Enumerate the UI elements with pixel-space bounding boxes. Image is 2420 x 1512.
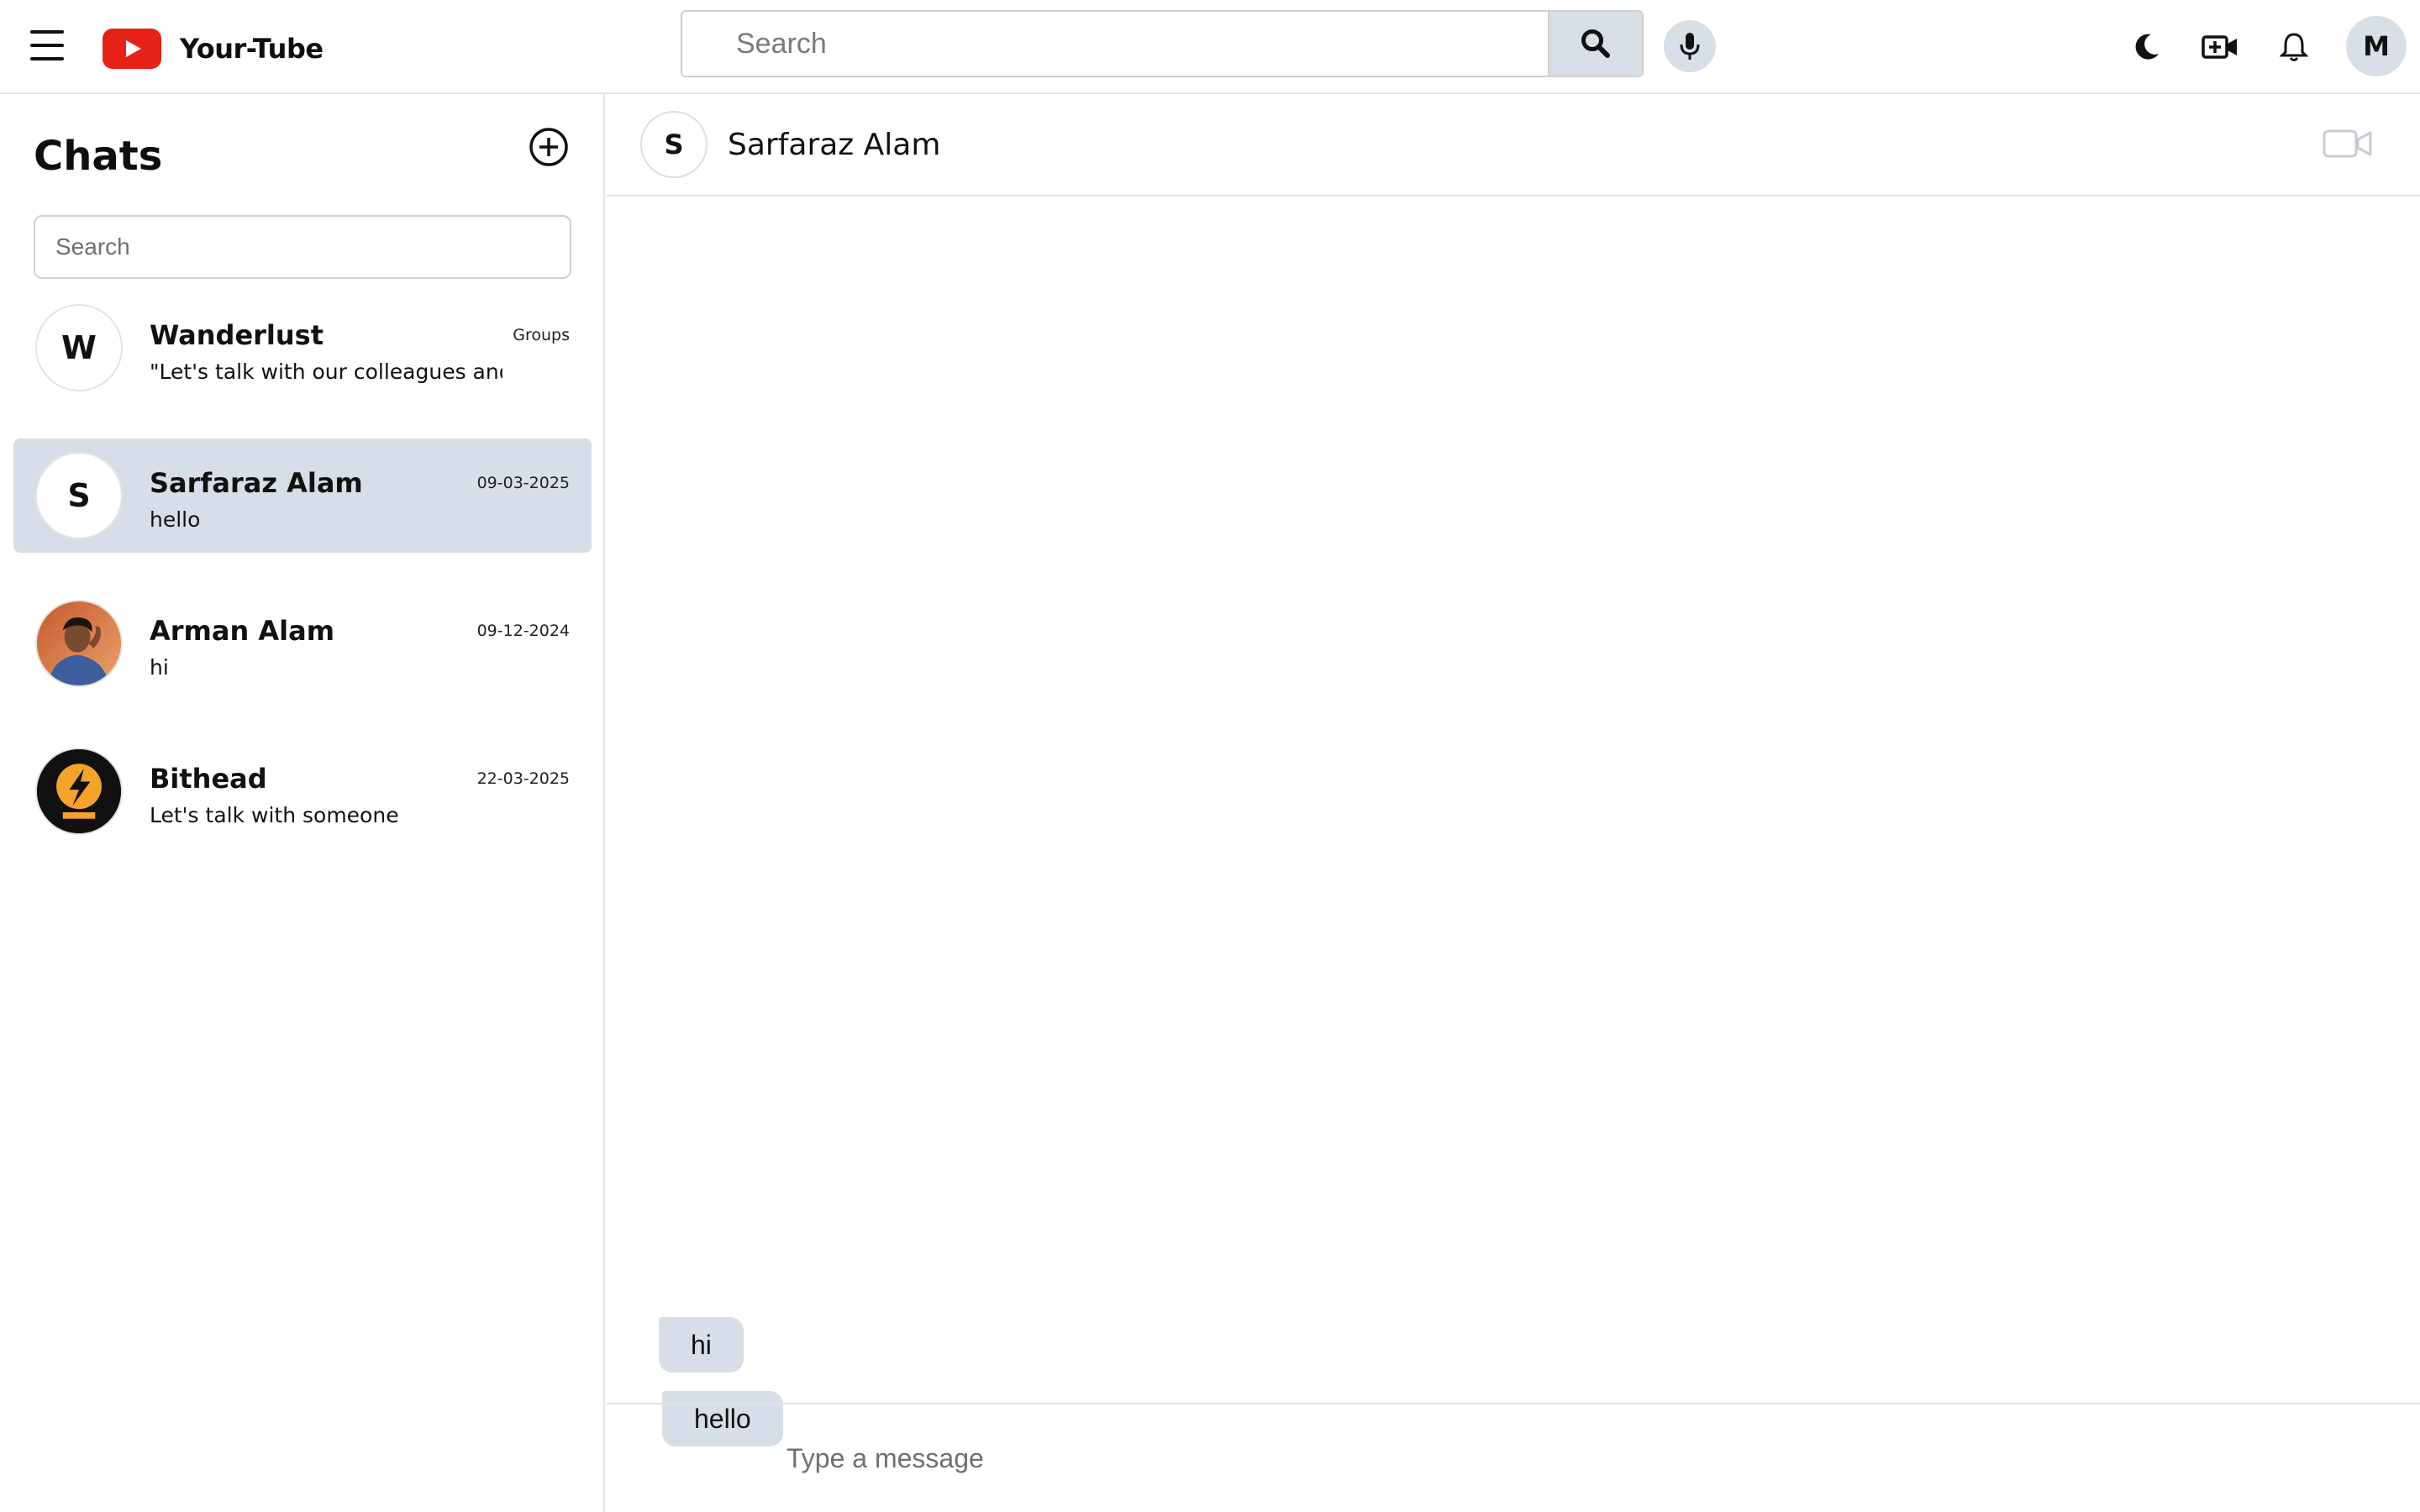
conversation-header: S Sarfaraz Alam	[607, 94, 2420, 197]
chat-item-bithead[interactable]: Bithead Let's talk with someone 22-03-20…	[13, 734, 592, 848]
message-composer	[607, 1403, 2420, 1512]
chat-item-arman-alam[interactable]: Arman Alam hi 09-12-2024	[13, 586, 592, 701]
chat-name: Arman Alam	[150, 615, 335, 647]
app-root: Your-Tube Search M Chats Search W Wander…	[0, 0, 2420, 1512]
chat-preview: hi	[150, 655, 169, 680]
video-call-icon[interactable]	[2323, 128, 2373, 161]
chat-name: Sarfaraz Alam	[150, 467, 363, 499]
chat-search-input[interactable]	[34, 215, 571, 279]
search-input[interactable]	[682, 12, 1548, 76]
top-header: Your-Tube Search M	[0, 0, 2420, 94]
chat-meta: 22-03-2025	[476, 769, 570, 788]
conversation-pane: S Sarfaraz Alam hi hello	[607, 94, 2420, 1512]
contact-name[interactable]: Sarfaraz Alam	[728, 128, 940, 162]
chat-avatar: W	[35, 304, 123, 391]
contact-avatar[interactable]: S	[640, 111, 708, 178]
chat-meta: 09-12-2024	[476, 622, 570, 640]
moon-icon	[2135, 34, 2159, 60]
search-icon	[1581, 29, 1610, 58]
chat-preview: "Let's talk with our colleagues and...	[150, 360, 502, 384]
chat-item-wanderlust[interactable]: W Wanderlust "Let's talk with our collea…	[13, 291, 592, 405]
chat-preview: Let's talk with someone	[150, 803, 399, 827]
create-video-button[interactable]	[2196, 24, 2244, 71]
chats-sidebar: Chats W Wanderlust "Let's talk with our …	[0, 94, 605, 1512]
chat-meta: 09-03-2025	[476, 474, 570, 492]
app-logo[interactable]: Your-Tube	[103, 29, 324, 69]
chat-list: W Wanderlust "Let's talk with our collea…	[13, 291, 592, 882]
search-bar	[681, 10, 1644, 77]
menu-icon[interactable]	[30, 30, 64, 60]
chat-avatar: S	[35, 452, 123, 539]
add-chat-icon[interactable]	[528, 126, 570, 168]
app-name: Your-Tube	[180, 33, 324, 65]
video-add-icon	[2202, 35, 2237, 59]
message-input[interactable]	[786, 1425, 2215, 1492]
search-button[interactable]	[1548, 12, 1642, 76]
bithead-logo-icon	[37, 749, 121, 833]
chat-avatar	[35, 748, 123, 835]
chat-item-sarfaraz-alam[interactable]: S Sarfaraz Alam hello 09-03-2025	[13, 438, 592, 553]
user-photo-icon	[37, 601, 121, 685]
chat-preview: hello	[150, 507, 201, 532]
theme-toggle-button[interactable]	[2123, 24, 2170, 71]
bell-icon	[2280, 33, 2308, 61]
play-logo-icon	[103, 29, 161, 69]
message-bubble: hi	[659, 1317, 744, 1373]
voice-search-button[interactable]	[1664, 20, 1716, 72]
notifications-button[interactable]	[2270, 24, 2317, 71]
chat-avatar	[35, 600, 123, 687]
chat-meta: Groups	[513, 326, 570, 344]
user-avatar[interactable]: M	[2346, 16, 2407, 76]
mic-icon	[1680, 33, 1700, 60]
chat-name: Bithead	[150, 763, 267, 795]
chat-name: Wanderlust	[150, 319, 324, 351]
sidebar-title: Chats	[34, 133, 163, 180]
